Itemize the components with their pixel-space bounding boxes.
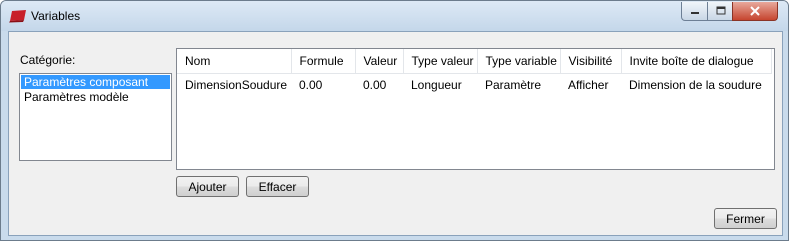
category-item-model-params[interactable]: Paramètres modèle (21, 90, 170, 104)
column-header-type-variable[interactable]: Type variable (477, 49, 561, 74)
column-header-type-valeur[interactable]: Type valeur (403, 49, 478, 74)
cell-invite[interactable]: Dimension de la soudure (621, 74, 771, 97)
app-icon (9, 10, 26, 23)
title-bar[interactable]: Variables (1, 1, 788, 31)
variables-grid[interactable]: Nom Formule Valeur Type valeur Type vari… (176, 48, 775, 170)
minimize-button[interactable] (681, 2, 709, 21)
column-header-invite[interactable]: Invite boîte de dialogue (621, 49, 772, 74)
add-button[interactable]: Ajouter (176, 176, 239, 197)
column-header-valeur[interactable]: Valeur (355, 49, 404, 74)
variables-window: Variables Catégorie: Paramètres composan… (0, 0, 789, 241)
close-icon (750, 6, 760, 16)
window-title: Variables (31, 9, 81, 23)
cell-type-variable[interactable]: Paramètre (477, 74, 560, 97)
maximize-button[interactable] (707, 2, 734, 21)
close-window-button[interactable] (732, 2, 778, 21)
cell-visibilite[interactable]: Afficher (560, 74, 621, 97)
table-row[interactable]: DimensionSoudure 0.00 0.00 Longueur Para… (177, 74, 771, 97)
category-item-component-params[interactable]: Paramètres composant (21, 75, 170, 89)
cell-formule[interactable]: 0.00 (291, 74, 355, 97)
category-list[interactable]: Paramètres composant Paramètres modèle (19, 73, 172, 161)
cell-type-valeur[interactable]: Longueur (403, 74, 477, 97)
column-header-visibilite[interactable]: Visibilité (560, 49, 622, 74)
cell-valeur[interactable]: 0.00 (355, 74, 403, 97)
column-header-formule[interactable]: Formule (291, 49, 356, 74)
close-dialog-button[interactable]: Fermer (714, 208, 777, 229)
column-header-nom[interactable]: Nom (177, 49, 292, 74)
cell-nom[interactable]: DimensionSoudure (177, 74, 291, 97)
minimize-icon (691, 12, 699, 14)
variables-table: Nom Formule Valeur Type valeur Type vari… (177, 49, 772, 96)
table-header-row: Nom Formule Valeur Type valeur Type vari… (177, 49, 772, 74)
delete-button[interactable]: Effacer (246, 176, 309, 197)
dialog-client-area: Catégorie: Paramètres composant Paramètr… (8, 31, 783, 236)
category-label: Catégorie: (20, 53, 76, 67)
maximize-icon (716, 6, 725, 15)
